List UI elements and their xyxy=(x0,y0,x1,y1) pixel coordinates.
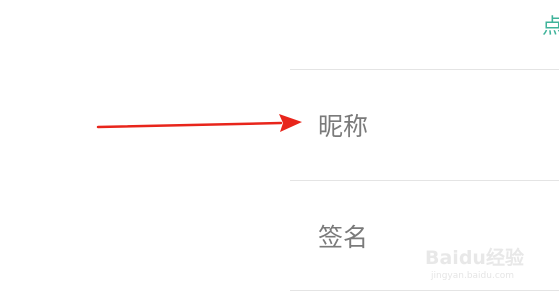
nickname-label: 昵称 xyxy=(318,112,369,141)
profile-settings-page: 点 昵称 签名 Baidu经验 jingyan.baidu.com xyxy=(0,0,559,297)
watermark-brand: Baidu经验 xyxy=(425,247,524,269)
top-action-link[interactable]: 点 xyxy=(542,12,559,40)
signature-label: 签名 xyxy=(318,223,369,252)
annotation-arrow-icon xyxy=(96,114,302,132)
watermark-url: jingyan.baidu.com xyxy=(431,271,515,281)
baidu-jingyan-watermark: Baidu经验 jingyan.baidu.com xyxy=(425,235,555,291)
nickname-row[interactable]: 昵称 xyxy=(290,70,559,180)
